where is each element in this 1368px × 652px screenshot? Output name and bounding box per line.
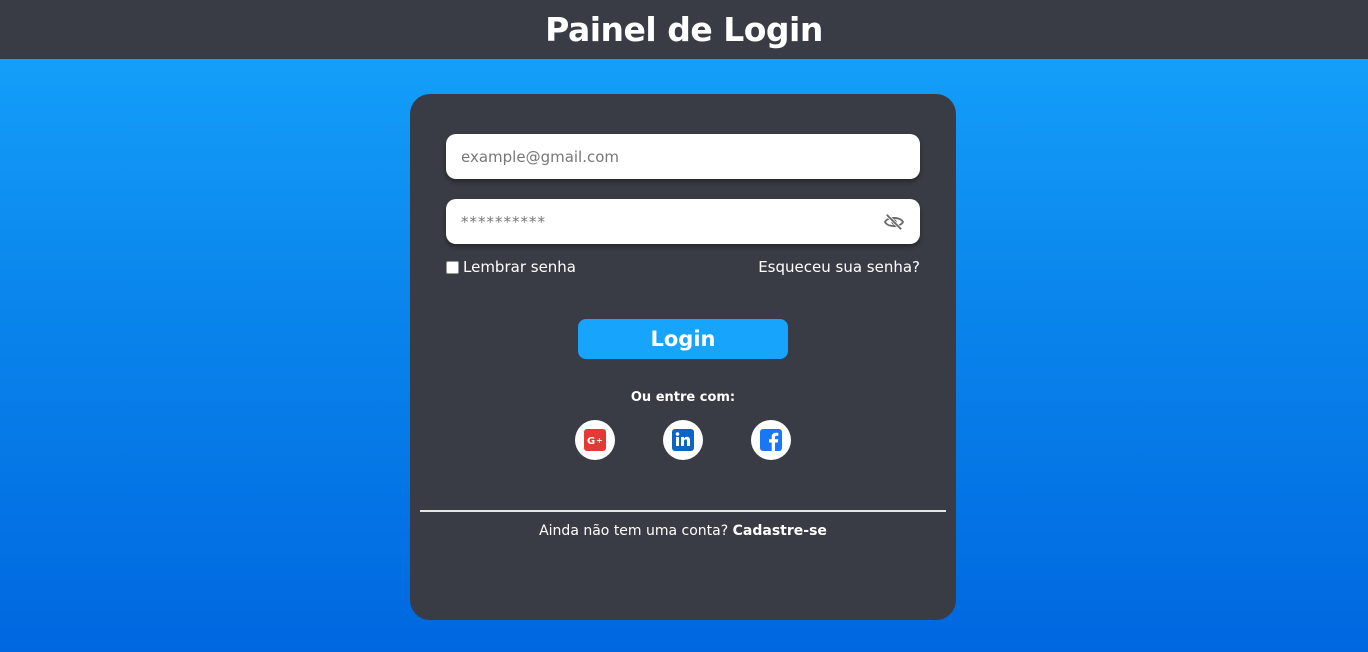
linkedin-icon	[672, 429, 694, 451]
email-input[interactable]	[461, 147, 905, 166]
password-input[interactable]	[461, 212, 883, 231]
login-options: Lembrar senha Esqueceu sua senha?	[446, 257, 920, 277]
svg-text:G: G	[587, 436, 595, 447]
signup-link[interactable]: Cadastre-se	[733, 523, 827, 539]
signup-prompt: Ainda não tem uma conta? Cadastre-se	[410, 523, 956, 539]
svg-text:+: +	[596, 436, 603, 445]
checkbox-box[interactable]	[446, 260, 459, 274]
google-plus-icon: G +	[584, 429, 606, 451]
eye-slash-icon[interactable]	[883, 213, 905, 231]
remember-checkbox[interactable]: Lembrar senha	[446, 258, 576, 276]
email-field-wrapper	[446, 134, 920, 179]
facebook-login-button[interactable]	[751, 420, 791, 460]
divider	[420, 510, 946, 512]
header-bar: Painel de Login	[0, 0, 1368, 59]
password-field-wrapper	[446, 199, 920, 244]
linkedin-login-button[interactable]	[663, 420, 703, 460]
facebook-icon	[760, 429, 782, 451]
signup-prompt-text: Ainda não tem uma conta?	[539, 523, 729, 539]
google-login-button[interactable]: G +	[575, 420, 615, 460]
remember-label: Lembrar senha	[463, 258, 576, 276]
forgot-password-link[interactable]: Esqueceu sua senha?	[758, 258, 920, 276]
login-button[interactable]: Login	[578, 319, 788, 359]
page-title: Painel de Login	[545, 10, 823, 49]
social-login-label: Ou entre com:	[630, 390, 736, 405]
login-card: Lembrar senha Esqueceu sua senha? Login …	[410, 94, 956, 620]
